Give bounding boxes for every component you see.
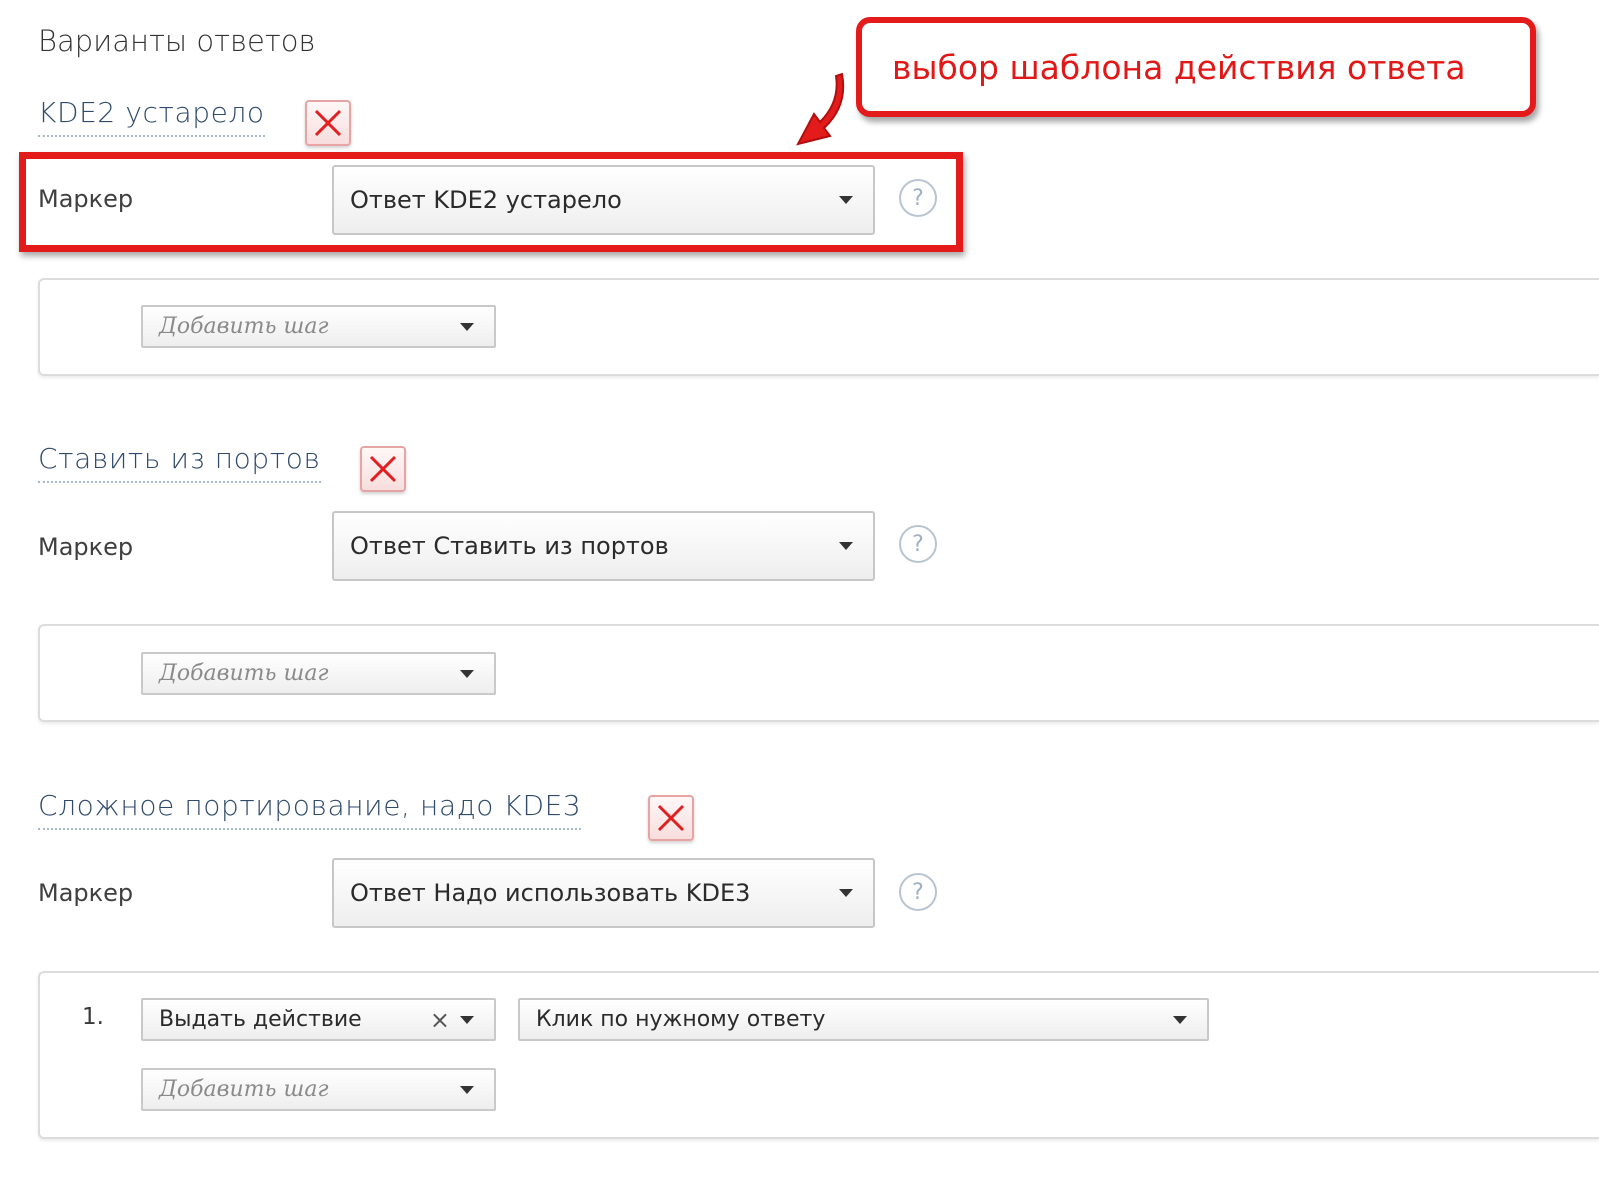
answer-title-text[interactable]: Сложное портирование, надо KDE3 [38, 789, 582, 830]
answer-title[interactable]: KDE2 устарело [38, 96, 265, 137]
help-icon[interactable]: ? [899, 525, 937, 563]
answer-title[interactable]: Ставить из портов [38, 442, 321, 483]
chevron-down-icon [460, 669, 474, 678]
add-step-placeholder: Добавить шаг [159, 314, 329, 339]
step-action-value: Выдать действие [159, 1007, 362, 1032]
marker-label: Маркер [38, 879, 134, 907]
annotation-callout-text: выбор шаблона действия ответа [892, 47, 1466, 87]
answer-title-text[interactable]: Ставить из портов [38, 442, 321, 483]
add-step-select[interactable]: Добавить шаг [141, 1068, 496, 1111]
chevron-down-icon [460, 1085, 474, 1094]
step-target-select[interactable]: Клик по нужному ответу [518, 998, 1209, 1041]
add-step-select[interactable]: Добавить шаг [141, 652, 496, 695]
marker-select-value: Ответ Ставить из портов [350, 532, 669, 560]
delete-answer-button[interactable] [305, 100, 351, 146]
marker-select[interactable]: Ответ KDE2 устарело [332, 165, 875, 235]
arrow-annotation-icon [796, 72, 845, 146]
answer-title[interactable]: Сложное портирование, надо KDE3 [38, 789, 582, 830]
step-target-value: Клик по нужному ответу [536, 1007, 826, 1032]
chevron-down-icon [839, 542, 853, 550]
add-step-select[interactable]: Добавить шаг [141, 305, 496, 348]
chevron-down-icon [460, 1015, 474, 1024]
chevron-down-icon [1173, 1015, 1187, 1024]
marker-select-value: Ответ Надо использовать KDE3 [350, 879, 751, 907]
clear-icon[interactable]: × [430, 1006, 450, 1034]
step-number: 1. [82, 1004, 104, 1030]
chevron-down-icon [839, 889, 853, 897]
help-icon[interactable]: ? [899, 179, 937, 217]
delete-answer-button[interactable] [648, 795, 694, 841]
help-icon[interactable]: ? [899, 873, 937, 911]
marker-select[interactable]: Ответ Ставить из портов [332, 511, 875, 581]
close-icon [314, 109, 342, 137]
marker-label: Маркер [38, 185, 134, 213]
page-title: Варианты ответов [38, 24, 316, 58]
close-icon [657, 804, 685, 832]
add-step-placeholder: Добавить шаг [159, 661, 329, 686]
close-icon [369, 455, 397, 483]
marker-select-value: Ответ KDE2 устарело [350, 186, 622, 214]
add-step-placeholder: Добавить шаг [159, 1077, 329, 1102]
step-action-select[interactable]: Выдать действие × [141, 998, 496, 1041]
chevron-down-icon [839, 196, 853, 204]
steps-panel [38, 971, 1599, 1139]
marker-select[interactable]: Ответ Надо использовать KDE3 [332, 858, 875, 928]
annotation-callout: выбор шаблона действия ответа [856, 17, 1536, 117]
chevron-down-icon [460, 322, 474, 331]
answer-title-text[interactable]: KDE2 устарело [38, 96, 265, 137]
marker-label: Маркер [38, 533, 134, 561]
delete-answer-button[interactable] [360, 446, 406, 492]
